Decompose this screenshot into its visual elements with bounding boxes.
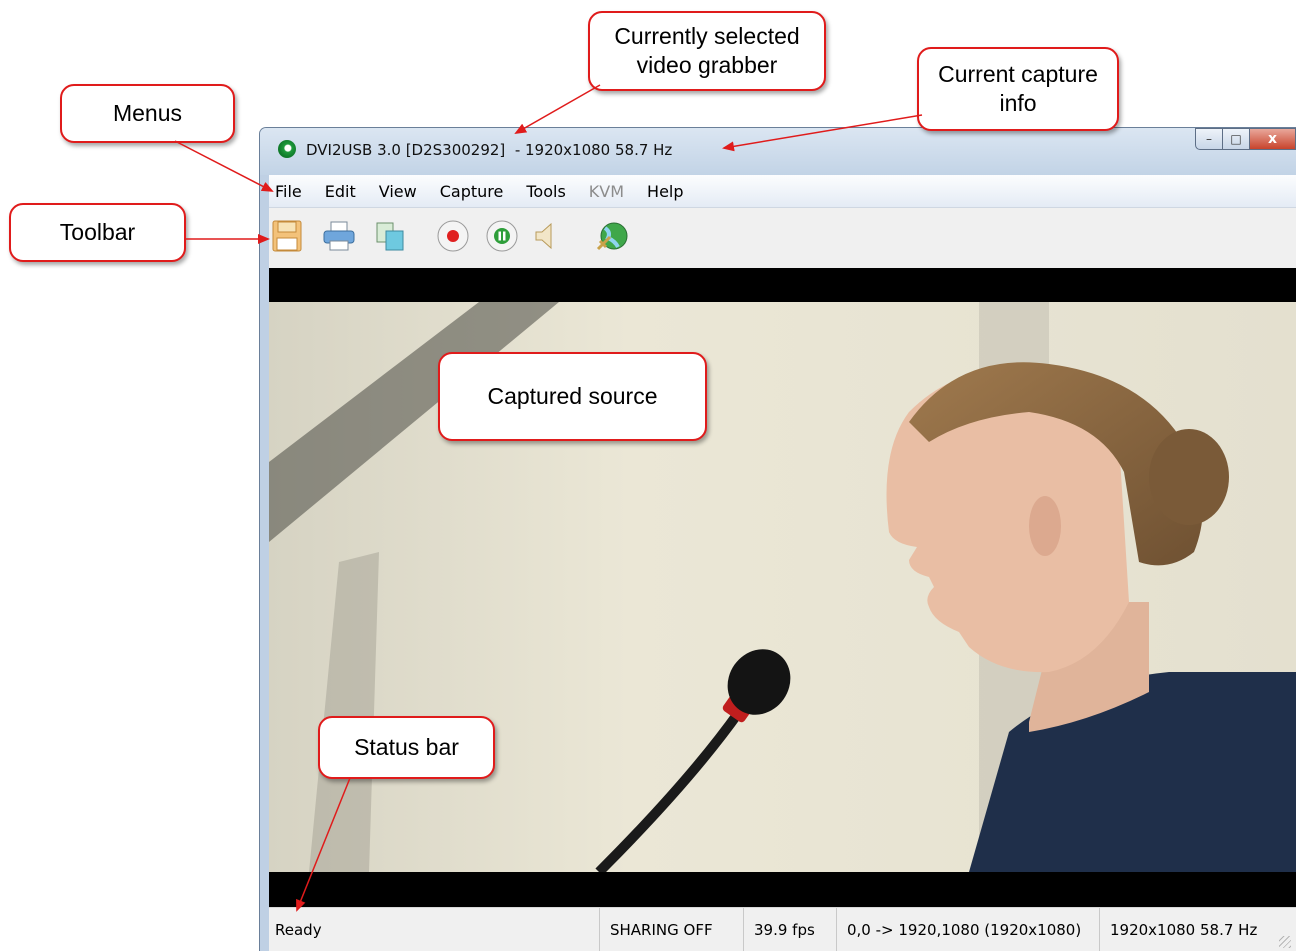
close-button[interactable]: x bbox=[1250, 128, 1296, 150]
copy-button[interactable] bbox=[372, 218, 408, 254]
status-region: 0,0 -> 1920,1080 (1920x1080) bbox=[836, 908, 1090, 951]
callout-menus: Menus bbox=[60, 84, 235, 143]
captured-source-image bbox=[269, 302, 1296, 872]
callout-video-grabber: Currently selected video grabber bbox=[588, 11, 826, 91]
maximize-button[interactable]: □ bbox=[1223, 128, 1250, 150]
audio-button[interactable] bbox=[527, 218, 563, 254]
status-sharing: SHARING OFF bbox=[599, 908, 739, 951]
app-icon bbox=[278, 140, 296, 158]
arrow-video-grabber bbox=[514, 84, 601, 134]
menu-file[interactable]: File bbox=[275, 182, 302, 201]
pause-button[interactable] bbox=[484, 218, 520, 254]
menu-edit[interactable]: Edit bbox=[325, 182, 356, 201]
app-window: DVI2USB 3.0 [D2S300292] - 1920x1080 58.7… bbox=[259, 127, 1296, 951]
pause-icon bbox=[486, 220, 518, 252]
record-button[interactable] bbox=[435, 218, 471, 254]
callout-capture-info: Current capture info bbox=[917, 47, 1119, 131]
status-mode: 1920x1080 58.7 Hz bbox=[1099, 908, 1269, 951]
callout-grabber-line2: video grabber bbox=[636, 52, 778, 78]
arrow-menus bbox=[174, 140, 274, 192]
menu-view[interactable]: View bbox=[379, 182, 417, 201]
toolbar bbox=[269, 209, 1296, 268]
resize-grip[interactable] bbox=[1279, 936, 1291, 948]
speaker-icon bbox=[535, 222, 552, 250]
callout-toolbar: Toolbar bbox=[9, 203, 186, 262]
captured-frame bbox=[269, 302, 1296, 872]
menu-capture[interactable]: Capture bbox=[440, 182, 504, 201]
client-area: File Edit View Capture Tools KVM Help Re… bbox=[269, 175, 1296, 951]
callout-capture-line2: info bbox=[999, 90, 1037, 116]
menu-help[interactable]: Help bbox=[647, 182, 683, 201]
sharing-button[interactable] bbox=[595, 218, 631, 254]
callout-status-bar: Status bar bbox=[318, 716, 495, 779]
menu-tools[interactable]: Tools bbox=[526, 182, 565, 201]
window-controls: – □ x bbox=[1195, 128, 1296, 156]
window-title: DVI2USB 3.0 [D2S300292] - 1920x1080 58.7… bbox=[306, 141, 673, 159]
copy-icon bbox=[376, 222, 404, 251]
title-bar[interactable]: DVI2USB 3.0 [D2S300292] - 1920x1080 58.7… bbox=[260, 128, 1296, 175]
print-icon bbox=[323, 221, 355, 251]
sharing-globe-icon bbox=[596, 222, 628, 251]
menu-bar: File Edit View Capture Tools KVM Help bbox=[269, 175, 1296, 208]
captured-video bbox=[269, 268, 1296, 907]
menu-kvm: KVM bbox=[588, 181, 625, 201]
callout-grabber-line1: Currently selected bbox=[614, 23, 800, 49]
save-icon bbox=[272, 220, 302, 252]
status-fps: 39.9 fps bbox=[743, 908, 835, 951]
callout-capture-line1: Current capture bbox=[938, 61, 1098, 87]
status-ready: Ready bbox=[275, 921, 322, 939]
status-bar: Ready SHARING OFF 39.9 fps 0,0 -> 1920,1… bbox=[269, 907, 1296, 951]
callout-captured-source: Captured source bbox=[438, 352, 707, 441]
save-button[interactable] bbox=[269, 218, 305, 254]
record-icon bbox=[437, 220, 469, 252]
minimize-button[interactable]: – bbox=[1195, 128, 1223, 150]
print-button[interactable] bbox=[321, 218, 357, 254]
